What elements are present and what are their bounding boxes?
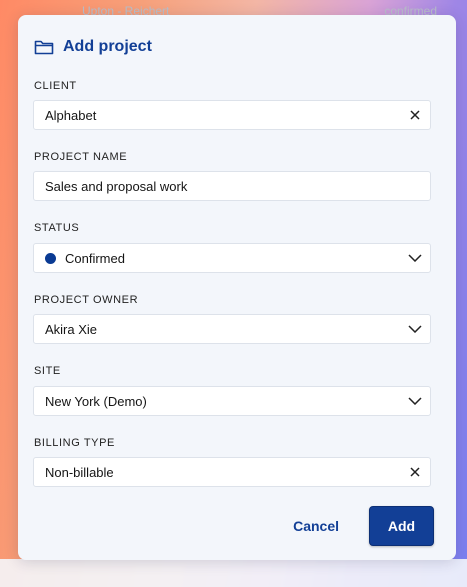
project-owner-value: Akira Xie	[45, 321, 98, 337]
clear-icon[interactable]	[400, 458, 430, 486]
project-name-value: Sales and proposal work	[45, 178, 188, 194]
status-label: STATUS	[34, 222, 80, 234]
background-list	[0, 559, 467, 587]
chevron-down-icon	[400, 244, 430, 272]
status-select[interactable]: Confirmed	[33, 243, 431, 273]
add-button[interactable]: Add	[369, 506, 434, 546]
project-name-field[interactable]: Sales and proposal work	[33, 171, 431, 201]
site-label: SITE	[34, 365, 61, 377]
dialog-header: Add project	[34, 36, 152, 58]
status-value: Confirmed	[65, 250, 125, 266]
clear-icon[interactable]	[400, 101, 430, 129]
billing-type-value: Non-billable	[45, 464, 114, 480]
billing-type-field[interactable]: Non-billable	[33, 457, 431, 487]
add-project-dialog: Add project CLIENT Alphabet PROJECT NAME…	[18, 15, 456, 560]
chevron-down-icon	[400, 387, 430, 415]
cancel-button[interactable]: Cancel	[293, 518, 339, 534]
project-owner-label: PROJECT OWNER	[34, 294, 139, 306]
client-field[interactable]: Alphabet	[33, 100, 431, 130]
billing-type-label: BILLING TYPE	[34, 437, 115, 449]
dialog-actions: Cancel Add	[293, 506, 434, 546]
dialog-title: Add project	[63, 38, 152, 55]
chevron-down-icon	[400, 315, 430, 343]
project-owner-select[interactable]: Akira Xie	[33, 314, 431, 344]
site-value: New York (Demo)	[45, 393, 147, 409]
project-name-label: PROJECT NAME	[34, 151, 128, 163]
client-value: Alphabet	[45, 107, 97, 123]
site-select[interactable]: New York (Demo)	[33, 386, 431, 416]
folder-icon	[34, 39, 54, 55]
client-label: CLIENT	[34, 80, 77, 92]
